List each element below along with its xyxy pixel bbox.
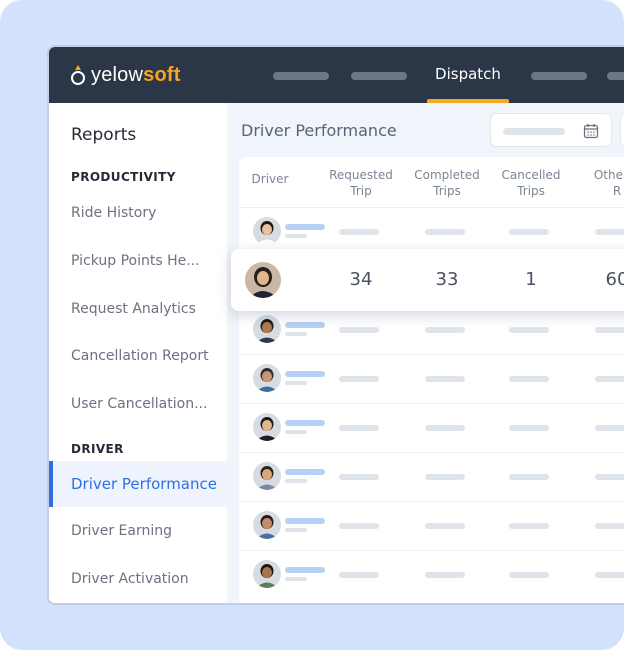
cell-value-placeholder <box>425 572 465 578</box>
row-divider <box>239 403 624 404</box>
sidebar-item-ride-history[interactable]: Ride History <box>49 190 227 236</box>
driver-name-placeholder <box>285 420 325 426</box>
row-divider <box>239 550 624 551</box>
driver-name-placeholder <box>285 322 325 328</box>
column-header-requested-trip[interactable]: Requested Trip <box>321 167 401 199</box>
cell-value-placeholder <box>339 572 379 578</box>
driver-subtext-placeholder <box>285 234 307 238</box>
sidebar-item-cancellation-report[interactable]: Cancellation Report <box>49 333 227 379</box>
driver-name-placeholder <box>285 469 325 475</box>
cell-value-placeholder <box>509 229 549 235</box>
driver-name-placeholder <box>285 518 325 524</box>
main-content: Driver Performance Driver Requested Trip… <box>227 103 624 603</box>
sidebar-item-user-cancellation[interactable]: User Cancellation... <box>49 381 227 427</box>
page-title: Driver Performance <box>241 121 397 140</box>
requested-trips-value: 34 <box>349 269 373 290</box>
driver-avatar <box>253 315 281 343</box>
driver-avatar <box>253 511 281 539</box>
sidebar-section-productivity: PRODUCTIVITY <box>71 170 176 184</box>
nav-item-placeholder[interactable] <box>607 72 624 80</box>
cell-value-placeholder <box>509 327 549 333</box>
nav-item-placeholder[interactable] <box>273 72 329 80</box>
driver-name-placeholder <box>285 567 325 573</box>
cell-value-placeholder <box>509 474 549 480</box>
app-window: yelowsoft Dispatch Reports PRODUCTIVITY … <box>47 45 624 605</box>
cell-value-placeholder <box>339 425 379 431</box>
sidebar-section-driver: DRIVER <box>71 442 124 456</box>
sidebar-item-request-analytics[interactable]: Request Analytics <box>49 286 227 332</box>
driver-name-placeholder <box>285 371 325 377</box>
driver-subtext-placeholder <box>285 332 307 336</box>
row-divider <box>239 354 624 355</box>
cell-value-placeholder <box>595 474 624 480</box>
nav-item-placeholder[interactable] <box>531 72 587 80</box>
cell-value-placeholder <box>425 474 465 480</box>
row-divider <box>239 452 624 453</box>
cell-value-placeholder <box>339 229 379 235</box>
driver-avatar <box>253 560 281 588</box>
sidebar-item-driver-earning[interactable]: Driver Earning <box>49 508 227 554</box>
cell-value-placeholder <box>595 523 624 529</box>
cell-value-placeholder <box>425 327 465 333</box>
brand-name: yelowsoft <box>91 63 181 86</box>
cell-value-placeholder <box>595 229 624 235</box>
row-divider <box>239 207 624 208</box>
cell-value-placeholder <box>339 523 379 529</box>
sidebar-item-driver-activation[interactable]: Driver Activation <box>49 556 227 602</box>
driver-avatar <box>253 413 281 441</box>
column-header-completed-trips[interactable]: Completed Trips <box>407 167 487 199</box>
sidebar-item-driver-performance[interactable]: Driver Performance <box>49 461 227 507</box>
cell-value-placeholder <box>509 376 549 382</box>
driver-avatar <box>253 364 281 392</box>
brand-logo[interactable]: yelowsoft <box>71 63 181 87</box>
driver-avatar <box>253 217 281 245</box>
cell-value-placeholder <box>339 327 379 333</box>
cell-value-placeholder <box>509 572 549 578</box>
column-header-other[interactable]: Other C R <box>577 167 624 199</box>
cell-value-placeholder <box>425 425 465 431</box>
cell-value-placeholder <box>339 376 379 382</box>
nav-tab-dispatch[interactable]: Dispatch <box>427 47 509 103</box>
cell-value-placeholder <box>595 425 624 431</box>
driver-avatar <box>253 462 281 490</box>
sidebar-item-pickup-points[interactable]: Pickup Points He... <box>49 238 227 284</box>
top-navigation-bar: yelowsoft Dispatch <box>49 47 624 103</box>
driver-performance-table: Driver Requested Trip Completed Trips Ca… <box>239 157 624 603</box>
column-header-driver[interactable]: Driver <box>239 171 301 187</box>
highlighted-driver-row[interactable]: 34 33 1 60 <box>231 249 624 311</box>
calendar-icon[interactable] <box>583 123 599 139</box>
filter-button[interactable] <box>620 113 624 147</box>
cell-value-placeholder <box>595 376 624 382</box>
driver-subtext-placeholder <box>285 479 307 483</box>
nav-item-placeholder[interactable] <box>351 72 407 80</box>
driver-subtext-placeholder <box>285 577 307 581</box>
column-header-cancelled-trips[interactable]: Cancelled Trips <box>491 167 571 199</box>
driver-subtext-placeholder <box>285 528 307 532</box>
sidebar-title: Reports <box>71 125 137 145</box>
cell-value-placeholder <box>509 523 549 529</box>
driver-avatar <box>245 262 281 298</box>
cell-value-placeholder <box>339 474 379 480</box>
cell-value-placeholder <box>425 376 465 382</box>
cell-value-placeholder <box>595 327 624 333</box>
cancelled-trips-value: 1 <box>525 269 537 290</box>
other-value: 60 <box>605 269 624 290</box>
driver-name-placeholder <box>285 224 325 230</box>
completed-trips-value: 33 <box>435 269 459 290</box>
logo-pin-icon <box>71 65 85 85</box>
row-divider <box>239 501 624 502</box>
cell-value-placeholder <box>595 572 624 578</box>
cell-value-placeholder <box>425 523 465 529</box>
date-placeholder <box>503 128 565 135</box>
cell-value-placeholder <box>509 425 549 431</box>
driver-subtext-placeholder <box>285 430 307 434</box>
date-range-picker[interactable] <box>490 113 612 147</box>
cell-value-placeholder <box>425 229 465 235</box>
reports-sidebar: Reports PRODUCTIVITY Ride History Pickup… <box>49 103 227 603</box>
driver-subtext-placeholder <box>285 381 307 385</box>
